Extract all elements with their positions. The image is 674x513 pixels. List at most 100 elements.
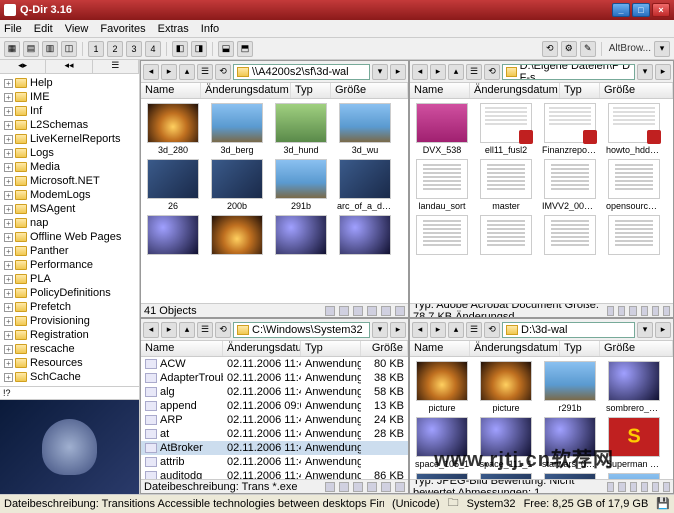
- thumbnail-item[interactable]: landau_sort: [414, 159, 470, 211]
- status-icon[interactable]: [339, 306, 349, 316]
- tree-node[interactable]: +PolicyDefinitions: [4, 286, 137, 300]
- col-0[interactable]: Name: [410, 341, 470, 356]
- file-row[interactable]: AdapterTroubleshooter02.11.2006 11:44Anw…: [141, 371, 408, 385]
- status-icon[interactable]: [367, 306, 377, 316]
- col-0[interactable]: Name: [410, 83, 470, 98]
- col-1[interactable]: Änderungsdatum: [223, 341, 301, 356]
- thumbnail-item[interactable]: master: [478, 159, 534, 211]
- thumbnail-item[interactable]: [414, 215, 470, 257]
- tree-node[interactable]: +MSAgent: [4, 202, 137, 216]
- tool-x1[interactable]: ⟲: [542, 41, 558, 57]
- thumbnail-item[interactable]: [606, 215, 662, 257]
- expand-icon[interactable]: +: [4, 191, 13, 200]
- col-3[interactable]: Größe: [361, 341, 408, 356]
- up-button[interactable]: ▴: [448, 64, 464, 80]
- status-icon[interactable]: [381, 306, 391, 316]
- thumbnail-item[interactable]: [209, 215, 265, 257]
- path-dropdown[interactable]: ▾: [372, 322, 388, 338]
- thumbnail-item[interactable]: [337, 215, 393, 257]
- expand-icon[interactable]: +: [4, 219, 13, 228]
- expand-icon[interactable]: +: [4, 107, 13, 116]
- path-field[interactable]: \\A4200s2\sf\3d-wal: [233, 64, 370, 80]
- thumbnail-item[interactable]: opensource_und_li...: [606, 159, 662, 211]
- pane-body[interactable]: ACW02.11.2006 11:44Anwendung80 KBAdapter…: [141, 357, 408, 479]
- expand-icon[interactable]: +: [4, 79, 13, 88]
- expand-icon[interactable]: +: [4, 247, 13, 256]
- tree-node[interactable]: +ModemLogs: [4, 188, 137, 202]
- tree-node[interactable]: +Logs: [4, 146, 137, 160]
- pane-body[interactable]: 3d_2803d_berg3d_hund3d_wu26200b291barc_o…: [141, 99, 408, 303]
- fwd-button[interactable]: ▸: [430, 322, 446, 338]
- maximize-button[interactable]: □: [632, 3, 650, 17]
- fwd-button[interactable]: ▸: [161, 64, 177, 80]
- expand-icon[interactable]: +: [4, 93, 13, 102]
- tree-node[interactable]: +PLA: [4, 272, 137, 286]
- expand-icon[interactable]: +: [4, 275, 13, 284]
- expand-icon[interactable]: +: [4, 121, 13, 130]
- status-icon[interactable]: [641, 306, 648, 316]
- expand-icon[interactable]: +: [4, 261, 13, 270]
- col-0[interactable]: Name: [141, 83, 201, 98]
- tool-layout1[interactable]: ▦: [4, 41, 20, 57]
- sidebar-tab-3[interactable]: ☰: [93, 60, 139, 73]
- tree-node[interactable]: +Offline Web Pages: [4, 230, 137, 244]
- status-icon[interactable]: [618, 306, 625, 316]
- thumbnail-item[interactable]: 200b: [209, 159, 265, 211]
- up-button[interactable]: ▴: [179, 322, 195, 338]
- tool-a[interactable]: ◧: [172, 41, 188, 57]
- tool-layout4[interactable]: ◫: [61, 41, 77, 57]
- tree-node[interactable]: +Resources: [4, 356, 137, 370]
- menu-view[interactable]: View: [65, 23, 89, 35]
- crumb-dropdown[interactable]: ▾: [654, 41, 670, 57]
- expand-icon[interactable]: +: [4, 177, 13, 186]
- up-button[interactable]: ▴: [448, 322, 464, 338]
- tree-node[interactable]: +Provisioning: [4, 314, 137, 328]
- fwd-button[interactable]: ▸: [161, 322, 177, 338]
- file-row[interactable]: ARP02.11.2006 11:44Anwendung24 KB: [141, 413, 408, 427]
- folder-tree[interactable]: +Help+IME+Inf+L2Schemas+LiveKernelReport…: [0, 74, 139, 386]
- tree-node[interactable]: +IME: [4, 90, 137, 104]
- sidebar-tab-2[interactable]: ◂◂: [46, 60, 92, 73]
- tool-d[interactable]: ⬒: [237, 41, 253, 57]
- go-button[interactable]: ▸: [655, 64, 671, 80]
- expand-icon[interactable]: +: [4, 359, 13, 368]
- tree-node[interactable]: +SchCache: [4, 370, 137, 384]
- thumbnail-item[interactable]: picture: [414, 361, 470, 413]
- tool-pane3[interactable]: 3: [126, 41, 142, 57]
- path-field[interactable]: C:\Windows\System32: [233, 322, 370, 338]
- status-icon[interactable]: [607, 482, 614, 492]
- tool-pane4[interactable]: 4: [145, 41, 161, 57]
- status-icon[interactable]: [652, 306, 659, 316]
- expand-icon[interactable]: +: [4, 373, 13, 382]
- thumbnail-item[interactable]: [145, 215, 201, 257]
- expand-icon[interactable]: +: [4, 331, 13, 340]
- status-icon[interactable]: [663, 306, 670, 316]
- thumbnail-item[interactable]: 291b: [273, 159, 329, 211]
- thumbnail-item[interactable]: [542, 215, 598, 257]
- back-button[interactable]: ◂: [143, 322, 159, 338]
- view-button[interactable]: ☰: [197, 322, 213, 338]
- tree-node[interactable]: +Prefetch: [4, 300, 137, 314]
- thumbnail-item[interactable]: 3d_berg: [209, 103, 265, 155]
- breadcrumb[interactable]: AltBrow...: [609, 43, 651, 54]
- thumbnail-item[interactable]: starwars_027_1024: [542, 417, 598, 469]
- status-icon[interactable]: [395, 306, 405, 316]
- path-field[interactable]: D:\Eigene Dateien\P D F-s: [502, 64, 635, 80]
- thumbnail-item[interactable]: 26: [145, 159, 201, 211]
- menu-extras[interactable]: Extras: [158, 23, 189, 35]
- tree-node[interactable]: +Inf: [4, 104, 137, 118]
- expand-icon[interactable]: +: [4, 135, 13, 144]
- path-dropdown[interactable]: ▾: [637, 322, 653, 338]
- expand-icon[interactable]: +: [4, 149, 13, 158]
- status-icon[interactable]: [339, 482, 349, 492]
- expand-icon[interactable]: +: [4, 303, 13, 312]
- menu-edit[interactable]: Edit: [34, 23, 53, 35]
- tree-node[interactable]: +Performance: [4, 258, 137, 272]
- view-button[interactable]: ☰: [466, 322, 482, 338]
- file-row[interactable]: AtBroker02.11.2006 11:44Anwendung: [141, 441, 408, 455]
- col-3[interactable]: Größe: [331, 83, 408, 98]
- tree-node[interactable]: +LiveKernelReports: [4, 132, 137, 146]
- thumbnail-item[interactable]: ell11_fusl2: [478, 103, 534, 155]
- status-icon[interactable]: [325, 482, 335, 492]
- status-icon[interactable]: [629, 306, 636, 316]
